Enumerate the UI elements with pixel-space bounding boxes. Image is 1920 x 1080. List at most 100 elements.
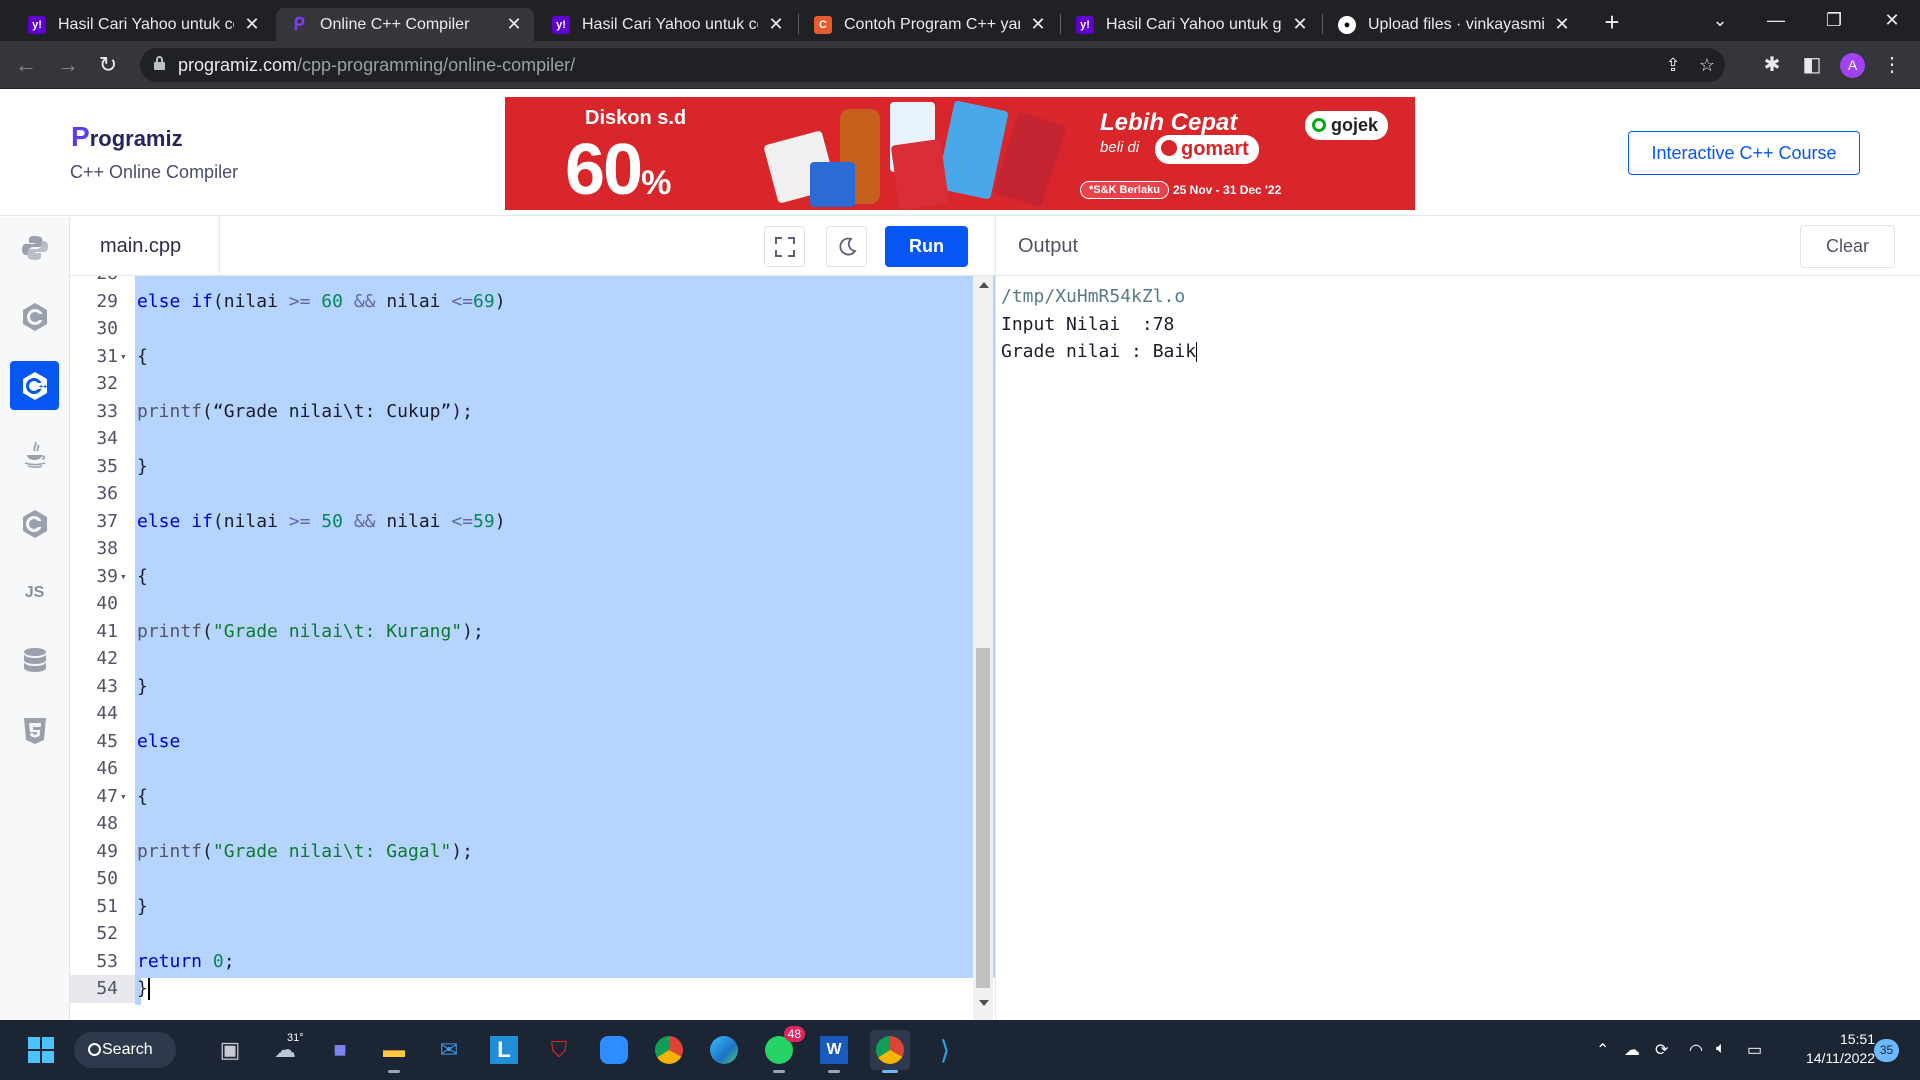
code-line[interactable]: 41 printf("Grade nilai\t: Kurang"); [70, 618, 995, 646]
code-line[interactable]: 54} [70, 975, 995, 1003]
code-line[interactable]: 32 [70, 370, 995, 398]
scroll-thumb[interactable] [976, 648, 990, 988]
chrome-button[interactable] [649, 1030, 689, 1070]
close-icon[interactable]: ✕ [242, 14, 262, 35]
code-line[interactable]: 48 [70, 810, 995, 838]
browser-tab[interactable]: ● Upload files · vinkayasmin/\ ✕ [1324, 8, 1582, 41]
close-icon[interactable]: ✕ [1552, 14, 1572, 35]
advertisement-banner[interactable]: Diskon s.d 60% Lebih Cepat beli di gomar… [505, 97, 1415, 210]
lock-icon[interactable] [154, 56, 165, 70]
onedrive-icon[interactable]: ☁ [1624, 1040, 1640, 1060]
code-line[interactable]: 51} [70, 893, 995, 921]
code-line[interactable]: 38 [70, 535, 995, 563]
code-line[interactable]: 53 return 0; [70, 948, 995, 976]
code-line[interactable]: 36 [70, 480, 995, 508]
share-icon[interactable]: ⇪ [1661, 53, 1685, 77]
app-l-button[interactable]: L [484, 1030, 524, 1070]
code-line[interactable]: 52 [70, 920, 995, 948]
file-tab-main-cpp[interactable]: main.cpp [70, 217, 220, 275]
fold-arrow-icon[interactable]: ▾ [120, 783, 127, 811]
restore-button[interactable]: ❐ [1804, 0, 1864, 41]
close-icon[interactable]: ✕ [766, 14, 786, 35]
browser-tab-active[interactable]: ᑭ Online C++ Compiler ✕ [276, 8, 534, 41]
reload-button[interactable]: ↻ [94, 51, 122, 79]
browser-menu-icon[interactable]: ⋮ [1878, 51, 1906, 79]
word-button[interactable]: W [814, 1030, 854, 1073]
code-line[interactable]: 39 ▾ { [70, 563, 995, 591]
sidebar-item-csharp[interactable] [10, 499, 59, 548]
extensions-icon[interactable]: ✱ [1758, 51, 1786, 79]
code-line[interactable]: 34 [70, 425, 995, 453]
zoom-button[interactable] [594, 1030, 634, 1070]
vscode-button[interactable]: ⟩ [925, 1030, 965, 1070]
fold-arrow-icon[interactable]: ▾ [120, 563, 127, 591]
minimize-button[interactable]: — [1746, 0, 1806, 41]
edge-button[interactable] [704, 1030, 744, 1070]
code-line[interactable]: 28 [70, 276, 995, 288]
code-line[interactable]: 29 else if(nilai >= 60 && nilai <=69) [70, 288, 995, 316]
browser-tab[interactable]: y! Hasil Cari Yahoo untuk cont ✕ [14, 8, 272, 41]
code-editor[interactable]: 28 29 else if(nilai >= 60 && nilai <=69) 30… [70, 276, 995, 1020]
taskbar-clock[interactable]: 15:51 14/11/2022 [1783, 1030, 1875, 1068]
code-line[interactable]: 35} [70, 453, 995, 481]
close-icon[interactable]: ✕ [1290, 14, 1310, 35]
tab-search-button[interactable]: ⌄ [1690, 0, 1750, 41]
battery-icon[interactable]: ▭ [1747, 1040, 1762, 1060]
task-view-button[interactable]: ▣ [210, 1030, 250, 1070]
code-line[interactable]: 49 printf("Grade nilai\t: Gagal"); [70, 838, 995, 866]
sidebar-item-html[interactable] [10, 706, 59, 755]
notification-center-badge[interactable]: 35 [1874, 1039, 1899, 1062]
code-line[interactable]: 33 printf(“Grade nilai\t: Cukup”); [70, 398, 995, 426]
fold-arrow-icon[interactable]: ▾ [120, 343, 127, 371]
sidebar-item-cpp[interactable]: ++ [10, 361, 59, 410]
programiz-logo[interactable]: Programiz [71, 121, 183, 153]
sidebar-item-java[interactable] [10, 430, 59, 479]
whatsapp-button[interactable]: 48 [759, 1026, 805, 1073]
profile-avatar[interactable]: A [1840, 53, 1865, 78]
scroll-up-arrow[interactable] [979, 282, 989, 288]
bookmark-star-icon[interactable]: ☆ [1695, 53, 1719, 77]
mail-button[interactable]: ✉ [429, 1030, 469, 1070]
close-icon[interactable]: ✕ [504, 14, 524, 35]
weather-widget[interactable]: ☁ 31° [265, 1030, 305, 1070]
start-button[interactable] [21, 1030, 61, 1070]
sync-icon[interactable]: ⟳ [1655, 1040, 1668, 1060]
address-bar[interactable]: programiz.com/cpp-programming/online-com… [140, 48, 1725, 82]
run-button[interactable]: Run [885, 226, 968, 267]
sidebar-item-c[interactable] [10, 292, 59, 341]
wifi-icon[interactable]: ◠ [1689, 1040, 1703, 1060]
interactive-course-button[interactable]: Interactive C++ Course [1628, 131, 1860, 175]
new-tab-button[interactable]: + [1598, 8, 1626, 36]
dark-mode-toggle[interactable] [826, 226, 867, 267]
back-button[interactable]: ← [12, 51, 40, 79]
show-hidden-icons-button[interactable]: ⌃ [1596, 1040, 1609, 1060]
code-line[interactable]: 46 [70, 755, 995, 783]
close-icon[interactable]: ✕ [1028, 14, 1048, 35]
code-line[interactable]: 37 else if(nilai >= 50 && nilai <=59) [70, 508, 995, 536]
output-console[interactable]: /tmp/XuHmR54kZl.o Input Nilai :78 Grade ni… [1001, 283, 1198, 366]
volume-icon[interactable]: 🔈︎ [1716, 1040, 1726, 1058]
teams-chat-button[interactable]: ■ [320, 1030, 360, 1070]
code-line[interactable]: 43} [70, 673, 995, 701]
scroll-down-arrow[interactable] [979, 1000, 989, 1006]
code-line[interactable]: 50 [70, 865, 995, 893]
close-window-button[interactable]: ✕ [1862, 0, 1920, 41]
sidebar-item-sql[interactable] [10, 637, 59, 686]
code-line[interactable]: 42 [70, 645, 995, 673]
code-line[interactable]: 40 [70, 590, 995, 618]
file-explorer-button[interactable]: ▬ [374, 1030, 414, 1073]
code-line[interactable]: 44 [70, 700, 995, 728]
browser-tab[interactable]: C Contoh Program C++ yang ✕ [800, 8, 1058, 41]
code-line[interactable]: 31 ▾ { [70, 343, 995, 371]
sidebar-item-js[interactable]: JS [10, 568, 59, 617]
code-line[interactable]: 30 [70, 315, 995, 343]
code-line[interactable]: 47 ▾ { [70, 783, 995, 811]
forward-button[interactable]: → [54, 51, 82, 79]
browser-tab[interactable]: y! Hasil Cari Yahoo untuk cont ✕ [538, 8, 796, 41]
mcafee-button[interactable]: ⛉ [539, 1030, 579, 1070]
sidebar-item-python[interactable] [10, 223, 59, 272]
side-panel-icon[interactable]: ◧ [1798, 51, 1826, 79]
editor-scrollbar[interactable] [973, 276, 993, 1020]
code-line[interactable]: 45 else [70, 728, 995, 756]
chrome-profile-button[interactable] [870, 1030, 910, 1073]
